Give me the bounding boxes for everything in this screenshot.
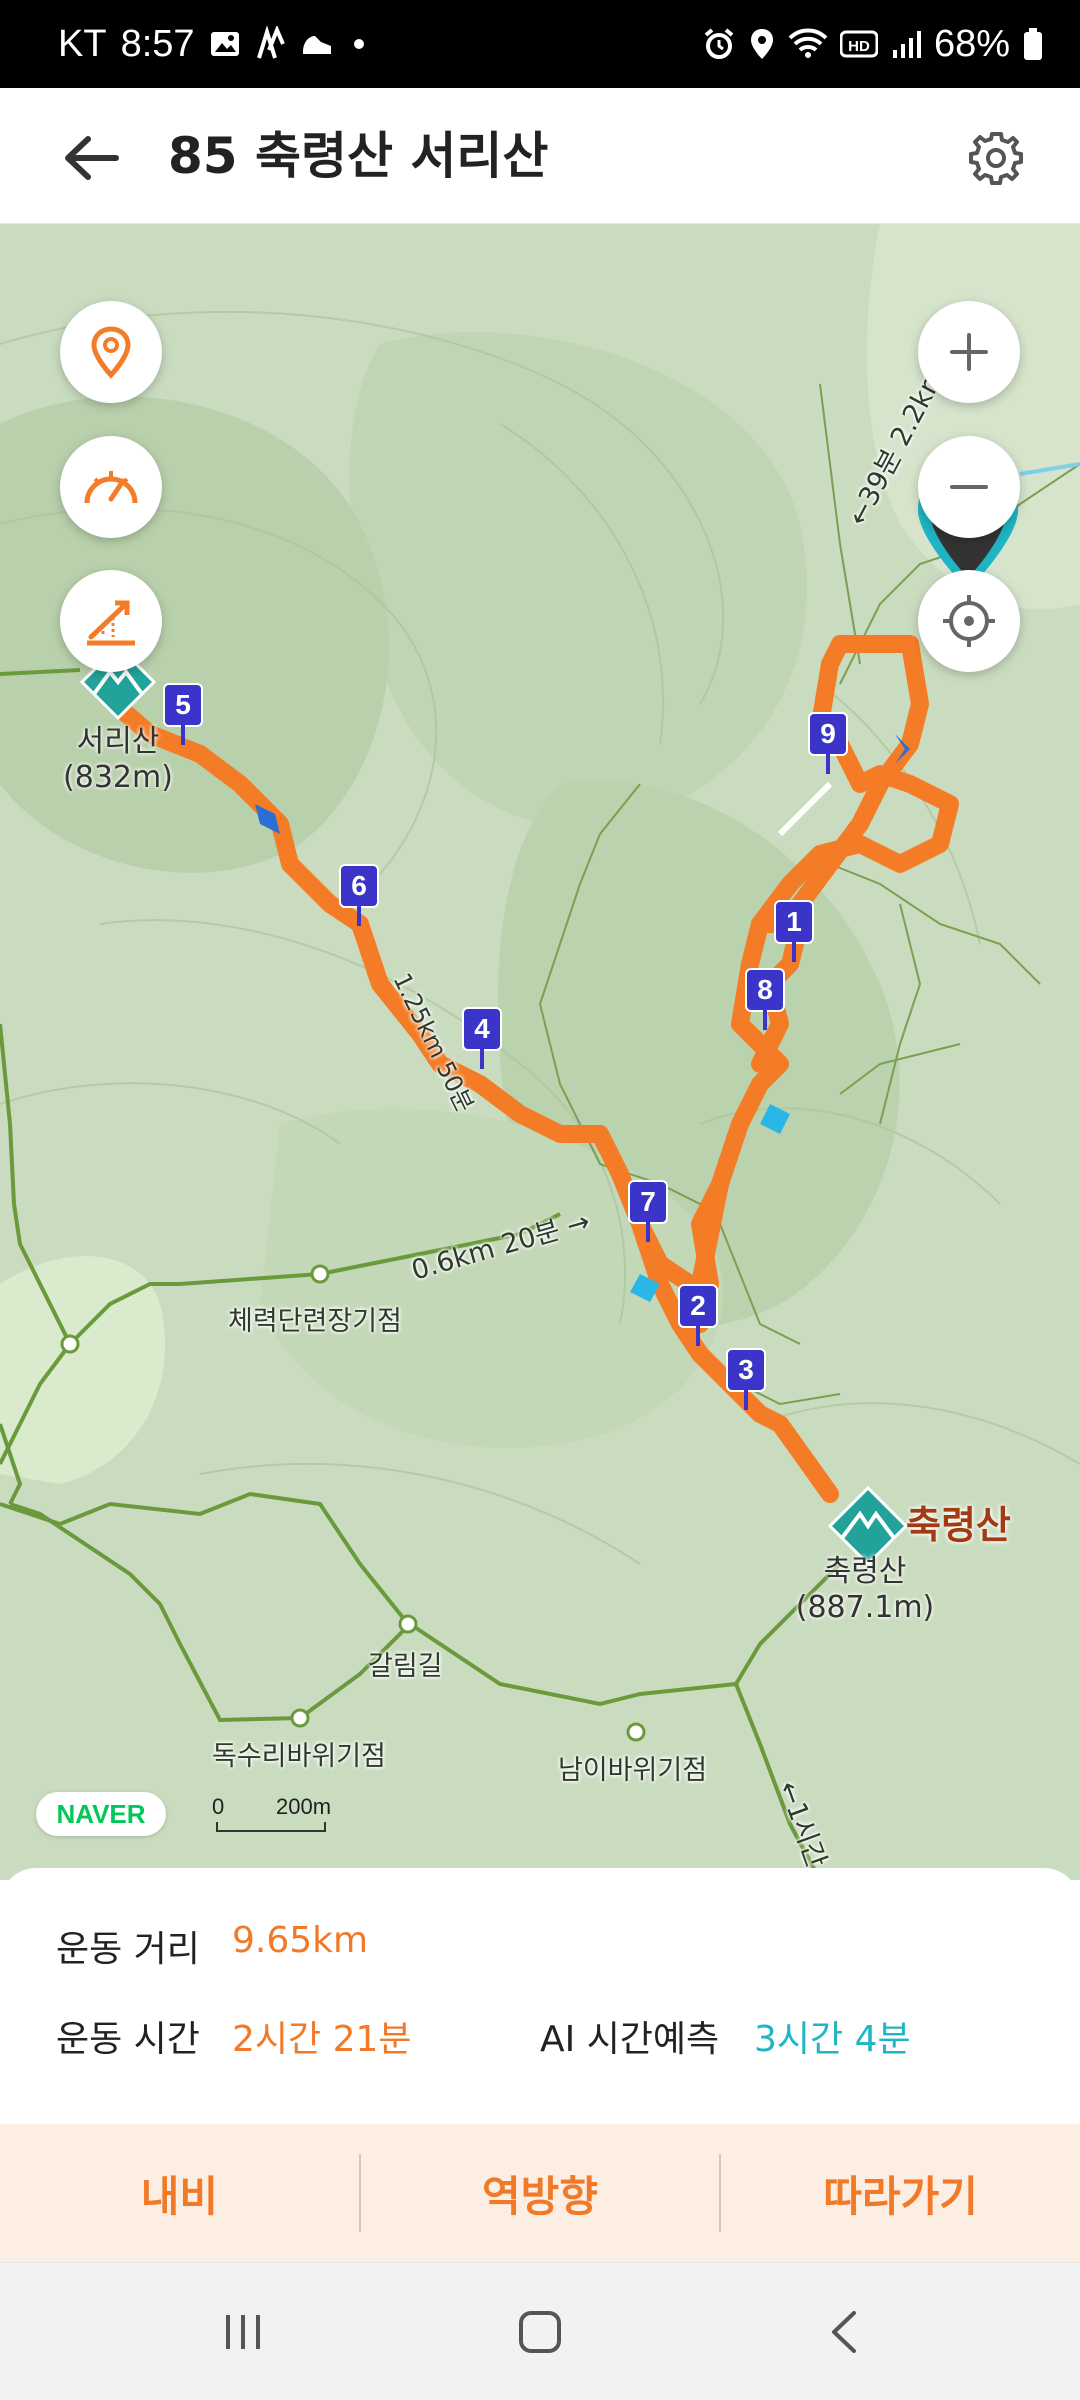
svg-text:HD: HD [848, 38, 870, 55]
waypoint-label: 7 [628, 1180, 668, 1224]
distance-value: 9.65km [232, 1920, 369, 1961]
waypoint-5[interactable]: 5 [163, 683, 203, 747]
naver-logo: NAVER [36, 1792, 166, 1836]
back-button[interactable] [56, 122, 128, 194]
home-icon [519, 2311, 561, 2353]
system-back-button[interactable] [800, 2287, 890, 2377]
location-icon [748, 27, 776, 61]
status-right: HD 68% [702, 0, 1044, 88]
arrow-left-icon [65, 136, 119, 180]
waypoint-4[interactable]: 4 [462, 1007, 502, 1071]
action-bar: 내비 역방향 따라가기 [0, 2124, 1080, 2262]
back-icon [832, 2311, 856, 2353]
waypoint-stem [181, 725, 185, 745]
zoom-in-icon [950, 333, 988, 371]
label-galrim-road: 갈림길 [368, 1651, 443, 1682]
ai-estimate-value: 3시간 4분 [754, 2019, 911, 2060]
waypoint-label: 1 [774, 900, 814, 944]
clock-label: 8:57 [120, 22, 195, 65]
waypoint-stem [744, 1390, 748, 1410]
time-label: 운동 시간 [56, 2019, 200, 2060]
reverse-button[interactable]: 역방향 [361, 2124, 720, 2262]
zoom-out-icon [950, 485, 988, 489]
dot-icon [349, 34, 369, 54]
status-bar: KT 8:57 HD 68% [0, 0, 1080, 88]
waypoint-label: 6 [339, 864, 379, 908]
peak-title-chungnyeongsan: 축령산 [906, 1503, 1011, 1547]
speed-button[interactable] [60, 436, 162, 538]
waypoint-stem [696, 1326, 700, 1346]
recent-apps-button[interactable] [198, 2287, 288, 2377]
recenter-button[interactable] [918, 570, 1020, 672]
home-button[interactable] [495, 2287, 585, 2377]
waypoint-3[interactable]: 3 [726, 1348, 766, 1412]
waypoint-8[interactable]: 8 [745, 968, 785, 1032]
waypoint-stem [646, 1222, 650, 1242]
waypoint-stem [826, 754, 830, 774]
crosshair-icon [943, 595, 995, 647]
waypoint-label: 8 [745, 968, 785, 1012]
peak-name-chungnyeongsan: 축령산 [823, 1554, 907, 1589]
carrier-label: KT [58, 22, 107, 65]
battery-icon [1022, 27, 1044, 61]
waypoint-7[interactable]: 7 [628, 1180, 668, 1244]
battery-label: 68% [933, 22, 1010, 65]
waypoint-label: 5 [163, 683, 203, 727]
waypoint-stem [792, 942, 796, 962]
waypoint-label: 4 [462, 1007, 502, 1051]
label-nami-rock: 남이바위기점 [558, 1755, 708, 1786]
scale-bar: 0 200m [212, 1792, 342, 1836]
waypoint-label: 3 [726, 1348, 766, 1392]
waypoint-label: 9 [808, 712, 848, 756]
label-fitness-point: 체력단련장기점 [228, 1306, 402, 1337]
peak-label-seorisan: 서리산 (832m) [58, 724, 178, 796]
waypoint-stem [480, 1049, 484, 1069]
zoom-out-button[interactable] [918, 436, 1020, 538]
my-location-button[interactable] [60, 301, 162, 403]
hd-icon: HD [839, 29, 878, 59]
scale-line [216, 1822, 326, 1832]
scale-zero: 0 [212, 1794, 225, 1819]
peak-name-seorisan: 서리산 [76, 724, 160, 759]
time-value: 2시간 21분 [232, 2019, 412, 2060]
scale-distance: 200m [276, 1794, 332, 1819]
follow-button[interactable]: 따라가기 [721, 2124, 1080, 2262]
waypoint-label: 2 [678, 1284, 718, 1328]
map-view[interactable]: 체력단련장기점 갈림길 독수리바위기점 남이바위기점 0.6km 20분 → ←… [0, 224, 1080, 1880]
app-header: 85 축령산 서리산 [0, 88, 1080, 224]
waypoint-2[interactable]: 2 [678, 1284, 718, 1348]
elevation-icon [87, 600, 135, 646]
signal-icon [890, 28, 922, 60]
system-nav-bar [0, 2262, 1080, 2400]
waypoint-6[interactable]: 6 [339, 864, 379, 928]
gallery-icon [209, 28, 241, 60]
elevation-button[interactable] [60, 570, 162, 672]
status-left: KT 8:57 [58, 0, 369, 88]
stats-panel: 운동 거리 9.65km 운동 시간 2시간 21분 AI 시간예측 3시간 4… [0, 1868, 1080, 2128]
ai-estimate-label: AI 시간예측 [540, 2019, 720, 2060]
waypoint-stem [763, 1010, 767, 1030]
navigate-button[interactable]: 내비 [0, 2124, 359, 2262]
page-title: 85 축령산 서리산 [168, 127, 549, 185]
label-doksuri-rock: 독수리바위기점 [212, 1741, 386, 1772]
waypoint-9[interactable]: 9 [808, 712, 848, 776]
zoom-in-button[interactable] [918, 301, 1020, 403]
peak-elev-seorisan: (832m) [63, 760, 173, 795]
wifi-icon [788, 28, 828, 60]
recent-apps-icon [226, 2315, 260, 2349]
speedometer-icon [84, 471, 138, 504]
shoe-icon [299, 28, 335, 60]
peak-elev-chungnyeongsan: (887.1m) [795, 1590, 935, 1625]
peak-label-chungnyeongsan: 축령산 (887.1m) [790, 1554, 940, 1626]
settings-button[interactable] [964, 126, 1028, 190]
strava-icon [255, 26, 285, 62]
location-pin-icon [91, 326, 131, 379]
waypoint-stem [357, 906, 361, 926]
distance-label: 운동 거리 [56, 1929, 200, 1970]
alarm-icon [702, 27, 736, 61]
gear-icon [969, 132, 1023, 185]
waypoint-1[interactable]: 1 [774, 900, 814, 964]
